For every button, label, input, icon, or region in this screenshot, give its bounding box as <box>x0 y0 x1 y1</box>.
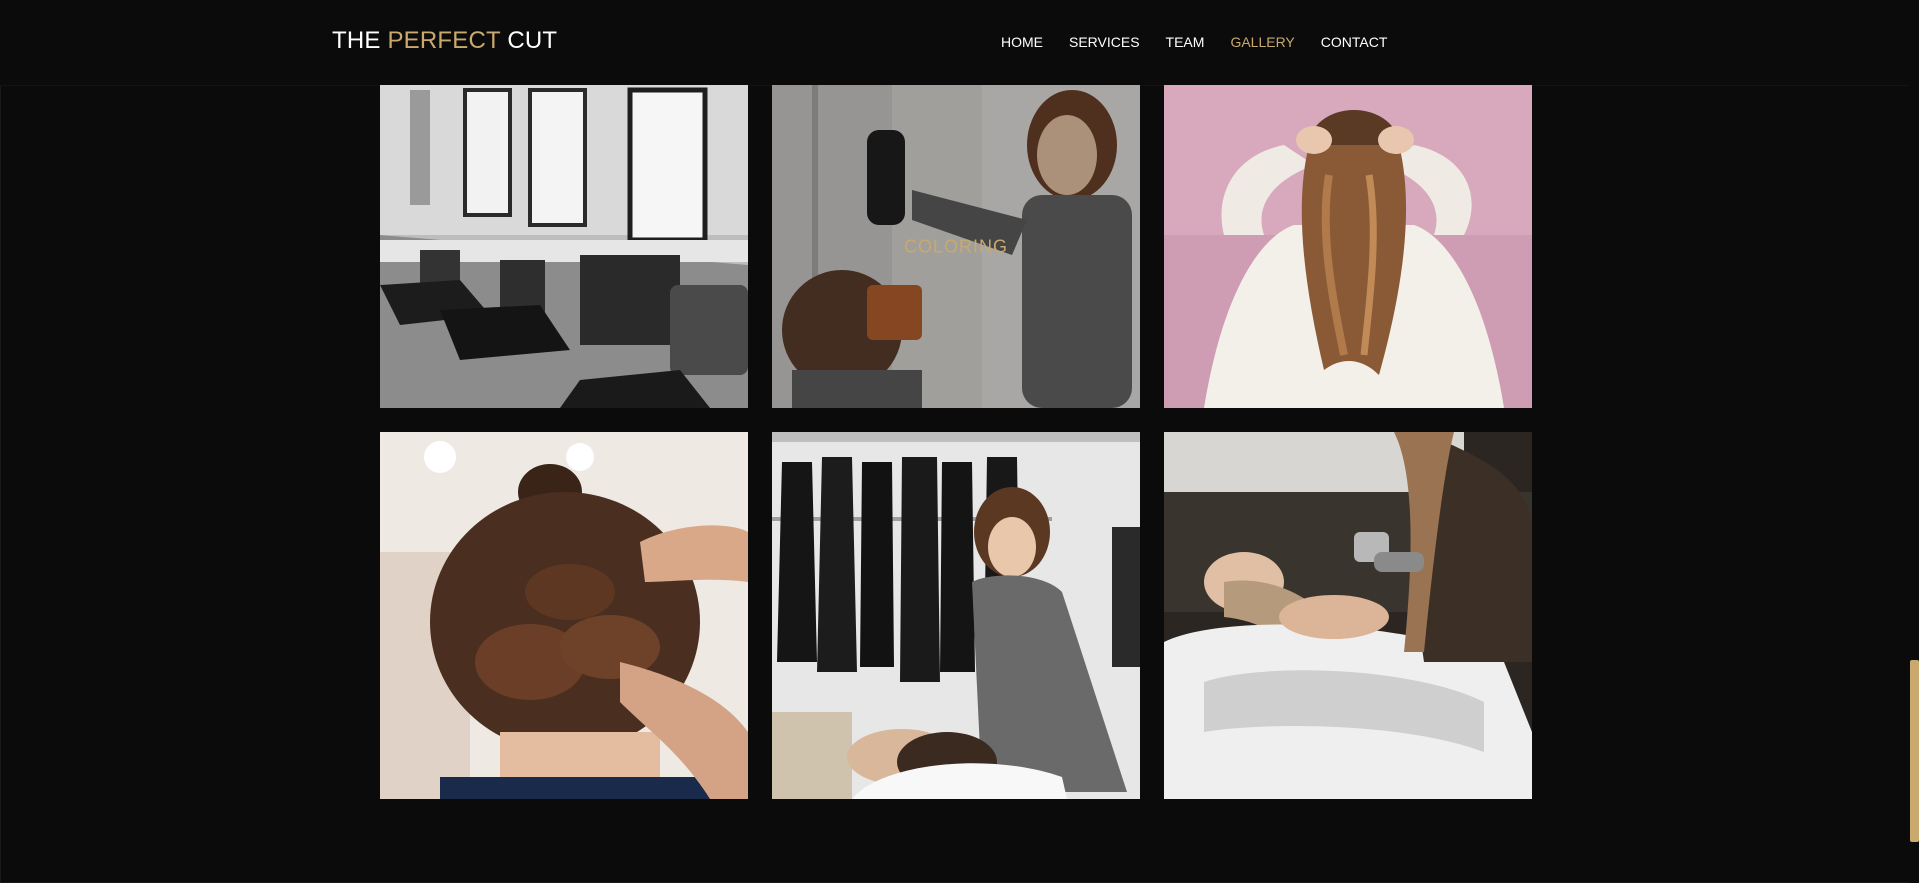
nav-contact[interactable]: CONTACT <box>1321 34 1388 50</box>
main-nav: HOME SERVICES TEAM GALLERY CONTACT <box>1001 34 1413 50</box>
nav-home[interactable]: HOME <box>1001 34 1043 50</box>
gallery-image-blow-dry[interactable]: COLORING <box>772 85 1140 408</box>
logo-text-the: THE <box>332 27 388 54</box>
nav-gallery[interactable]: GALLERY <box>1230 34 1294 50</box>
gallery-hover-caption: COLORING <box>903 236 1008 256</box>
gallery-image-hair-wash[interactable] <box>772 432 1140 799</box>
shampoo-basin-photo <box>1164 432 1532 799</box>
gallery-image-hair-rollers[interactable] <box>380 432 748 799</box>
nav-team[interactable]: TEAM <box>1166 34 1205 50</box>
site-header: THE PERFECT CUT HOME SERVICES TEAM GALLE… <box>0 0 1919 86</box>
scrollbar[interactable] <box>1909 0 1919 883</box>
hair-wash-photo <box>772 432 1140 799</box>
logo-text-cut: CUT <box>500 27 558 54</box>
page: THE PERFECT CUT HOME SERVICES TEAM GALLE… <box>0 0 1919 883</box>
gallery-image-shampoo-basin[interactable] <box>1164 432 1532 799</box>
nav-services[interactable]: SERVICES <box>1069 34 1140 50</box>
gallery-image-salon-interior[interactable] <box>380 85 748 408</box>
logo-text-perfect: PERFECT <box>387 27 501 54</box>
salon-interior-photo <box>380 85 748 408</box>
wavy-hair-photo <box>1164 85 1532 408</box>
scrollbar-thumb[interactable] <box>1910 660 1919 842</box>
gallery-image-wavy-hair[interactable] <box>1164 85 1532 408</box>
hair-rollers-photo <box>380 432 748 799</box>
site-logo[interactable]: THE PERFECT CUT <box>332 27 557 55</box>
